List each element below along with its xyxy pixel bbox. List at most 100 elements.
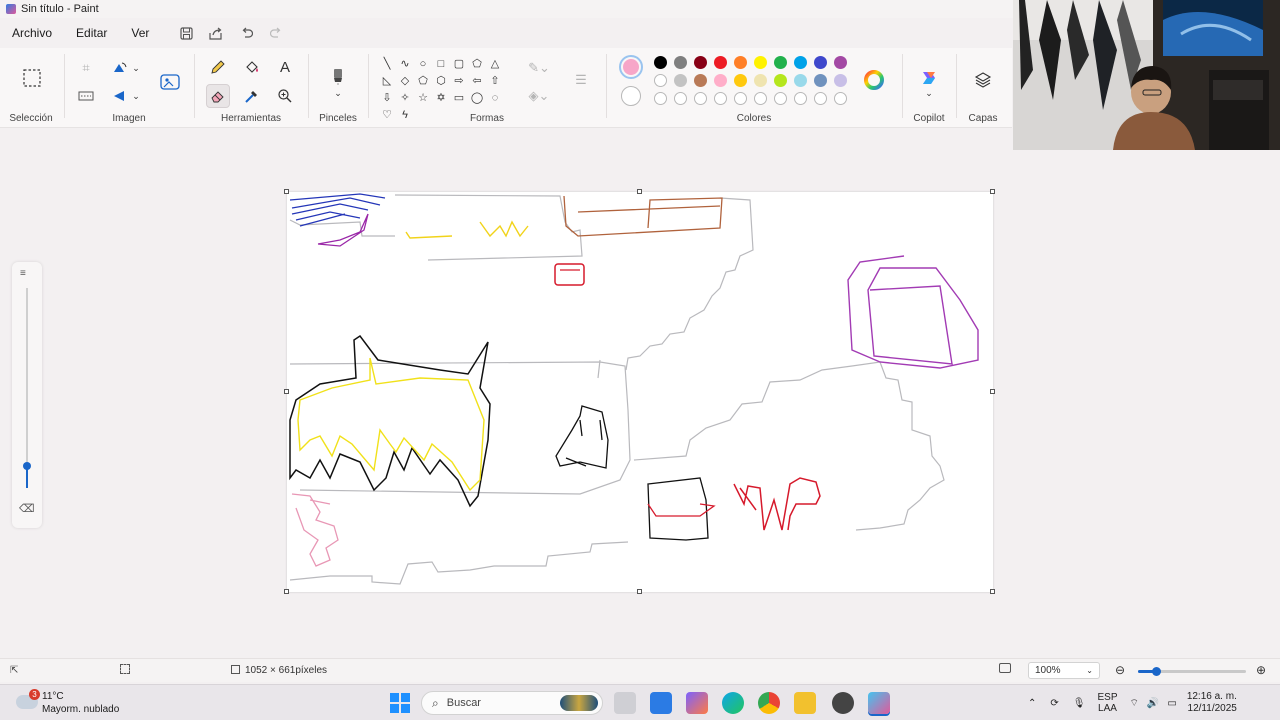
menu-view[interactable]: Ver (119, 20, 161, 46)
save-icon[interactable] (171, 20, 201, 46)
palette-color-swatch[interactable] (674, 74, 687, 87)
volume-icon[interactable]: 🔊 (1147, 698, 1159, 709)
flip-icon[interactable] (108, 84, 132, 108)
pentagon-shape-icon[interactable]: ⬠ (414, 72, 432, 89)
rectangle-shape-icon[interactable]: □ (432, 55, 450, 72)
resize-handle-bottom[interactable] (637, 589, 642, 594)
resize-handle-bottom-left[interactable] (284, 589, 289, 594)
palette-color-swatch[interactable] (834, 74, 847, 87)
arrow-down-shape-icon[interactable]: ⇩ (378, 89, 396, 106)
palette-color-swatch[interactable] (694, 74, 707, 87)
file-explorer-icon[interactable] (794, 692, 816, 714)
arrow-up-shape-icon[interactable]: ⇧ (486, 72, 504, 89)
color-picker-icon[interactable] (240, 84, 264, 108)
triangle-shape-icon[interactable]: △ (486, 55, 504, 72)
menu-edit[interactable]: Editar (64, 20, 119, 46)
microsoft-store-icon[interactable] (650, 692, 672, 714)
palette-color-swatch[interactable] (714, 74, 727, 87)
zoom-in-icon[interactable]: ⊕ (1256, 663, 1266, 677)
pencil-icon[interactable] (206, 55, 230, 79)
palette-color-swatch[interactable] (674, 56, 687, 69)
rotate-icon[interactable] (108, 56, 132, 80)
right-triangle-shape-icon[interactable]: ◺ (378, 72, 396, 89)
eraser-icon[interactable] (206, 84, 230, 108)
size-slider-track[interactable] (26, 288, 28, 466)
polygon-shape-icon[interactable]: ⬠ (468, 55, 486, 72)
eraser-mode-icon[interactable]: ⌫ (19, 502, 35, 515)
selection-rectangle-icon[interactable] (19, 63, 45, 93)
palette-color-swatch[interactable] (794, 74, 807, 87)
resize-icon[interactable] (74, 84, 98, 108)
secondary-color-swatch[interactable] (621, 86, 641, 106)
crop-icon[interactable]: ⌗ (74, 56, 98, 80)
shape-outline-icon[interactable]: ✎⌄ (524, 56, 554, 80)
start-button[interactable] (389, 692, 411, 714)
zoom-select[interactable]: 100% ⌄ (1028, 662, 1100, 679)
callout-cloud-shape-icon[interactable]: ◌ (486, 89, 504, 106)
sync-icon[interactable]: ⟳ (1050, 698, 1058, 709)
palette-color-swatch[interactable] (774, 74, 787, 87)
oval-shape-icon[interactable]: ○ (414, 55, 432, 72)
diamond-shape-icon[interactable]: ◇ (396, 72, 414, 89)
palette-color-swatch[interactable] (654, 56, 667, 69)
resize-handle-left[interactable] (284, 389, 289, 394)
custom-color-slot[interactable] (834, 92, 847, 105)
palette-color-swatch[interactable] (734, 74, 747, 87)
taskbar-search[interactable]: ⌕ Buscar (421, 691, 603, 715)
task-view-icon[interactable] (614, 692, 636, 714)
custom-color-slot[interactable] (694, 92, 707, 105)
resize-handle-bottom-right[interactable] (990, 589, 995, 594)
palette-color-swatch[interactable] (774, 56, 787, 69)
drawing-canvas[interactable] (284, 189, 995, 594)
hexagon-shape-icon[interactable]: ⬡ (432, 72, 450, 89)
palette-color-swatch[interactable] (754, 74, 767, 87)
custom-color-slot[interactable] (654, 92, 667, 105)
lightning-shape-icon[interactable]: ϟ (396, 106, 414, 123)
primary-color-swatch[interactable] (619, 55, 643, 79)
text-icon[interactable]: A (273, 55, 297, 79)
heart-shape-icon[interactable]: ♡ (378, 106, 396, 123)
undo-icon[interactable] (231, 20, 261, 46)
chrome-browser-icon[interactable] (758, 692, 780, 714)
curve-shape-icon[interactable]: ∿ (396, 55, 414, 72)
magnifier-icon[interactable] (273, 84, 297, 108)
share-icon[interactable] (201, 20, 231, 46)
paint-taskbar-icon[interactable] (868, 692, 890, 714)
battery-icon[interactable]: ▭ (1167, 698, 1176, 709)
layers-icon[interactable] (971, 68, 995, 92)
edit-colors-icon[interactable] (862, 68, 886, 92)
palette-color-swatch[interactable] (654, 74, 667, 87)
clock[interactable]: 12:16 a. m. 12/11/2025 (1187, 691, 1237, 715)
app-with-notification-icon[interactable] (832, 692, 854, 714)
zoom-out-icon[interactable]: ⊖ (1115, 663, 1125, 677)
palette-color-swatch[interactable] (734, 56, 747, 69)
custom-color-slot[interactable] (714, 92, 727, 105)
custom-color-slot[interactable] (814, 92, 827, 105)
flip-dropdown-icon[interactable]: ⌄ (130, 84, 142, 108)
palette-color-swatch[interactable] (814, 56, 827, 69)
brush-dropdown-icon[interactable]: ⌄ (330, 88, 346, 98)
microphone-icon[interactable]: 🎙 (1073, 698, 1086, 709)
copilot-app-icon[interactable] (686, 692, 708, 714)
shape-size-icon[interactable]: ☰ (568, 68, 594, 92)
copilot-icon[interactable] (917, 66, 941, 90)
zoom-slider[interactable] (1138, 667, 1246, 676)
palette-color-swatch[interactable] (794, 56, 807, 69)
fill-icon[interactable] (240, 55, 264, 79)
menu-file[interactable]: Archivo (0, 20, 64, 46)
shape-fill-icon[interactable]: ◈⌄ (524, 84, 554, 108)
palette-color-swatch[interactable] (694, 56, 707, 69)
palette-color-swatch[interactable] (714, 56, 727, 69)
edge-browser-icon[interactable] (722, 692, 744, 714)
custom-color-slot[interactable] (674, 92, 687, 105)
star-six-shape-icon[interactable]: ✡ (432, 89, 450, 106)
custom-color-slot[interactable] (794, 92, 807, 105)
fit-to-window-icon[interactable] (999, 663, 1011, 673)
resize-handle-top-right[interactable] (990, 189, 995, 194)
custom-color-slot[interactable] (734, 92, 747, 105)
rotate-dropdown-icon[interactable]: ⌄ (130, 56, 142, 80)
custom-color-slot[interactable] (774, 92, 787, 105)
resize-handle-right[interactable] (990, 389, 995, 394)
palette-color-swatch[interactable] (834, 56, 847, 69)
copilot-dropdown-icon[interactable]: ⌄ (921, 88, 937, 98)
